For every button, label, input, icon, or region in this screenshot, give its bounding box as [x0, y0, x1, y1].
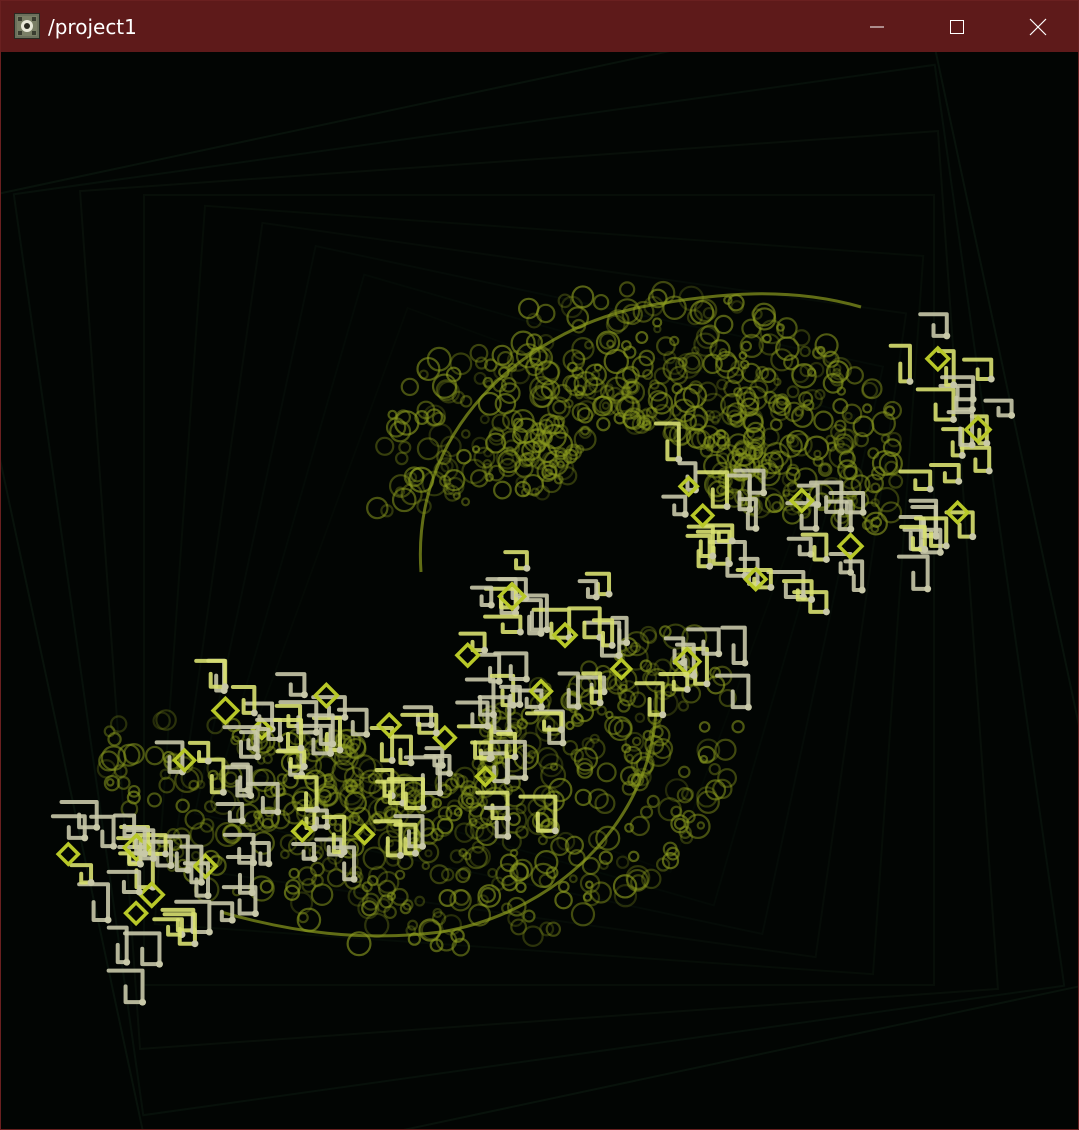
maximize-icon [950, 19, 964, 34]
window-title: /project1 [48, 15, 137, 39]
close-icon [1029, 18, 1047, 35]
maximize-button[interactable] [918, 1, 996, 52]
spiral-glow [96, 280, 904, 957]
app-window: /project1 [0, 0, 1079, 1130]
minimize-button[interactable] [838, 1, 916, 52]
fractal-artwork [1, 52, 1078, 1129]
minimize-icon [870, 26, 884, 27]
close-button[interactable] [999, 1, 1077, 52]
title-bar[interactable]: /project1 [1, 1, 1078, 52]
app-icon [14, 13, 40, 39]
render-canvas[interactable] [1, 52, 1078, 1129]
